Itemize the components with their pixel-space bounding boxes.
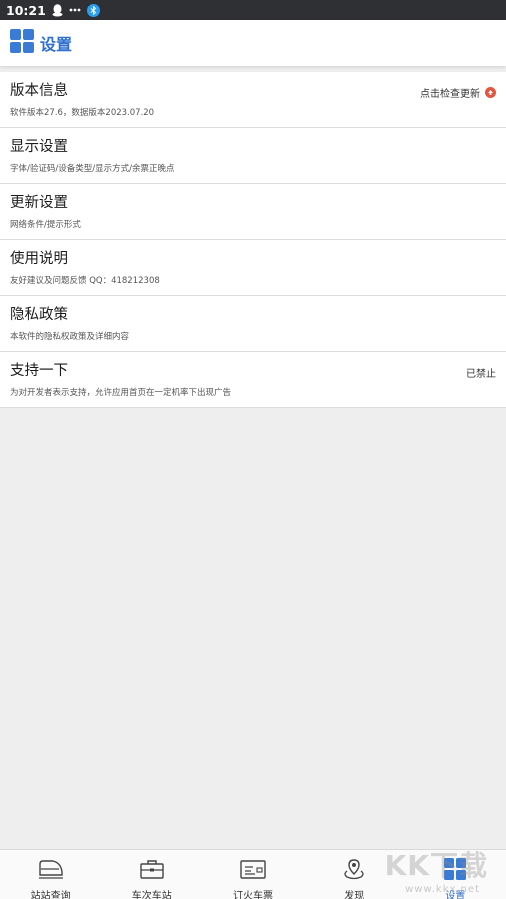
settings-item-subtitle: 字体/验证码/设备类型/显示方式/余票正晚点 [10,164,175,174]
settings-list: 版本信息 软件版本27.6，数据版本2023.07.20 点击检查更新 显示设置… [0,72,506,408]
status-bar: 10:21 [0,0,506,20]
grid-icon [10,29,34,57]
tab-label: 订火车票 [233,891,273,899]
update-arrow-icon [485,87,496,98]
settings-item-support[interactable]: 支持一下 为对开发者表示支持，允许应用首页在一定机率下出现广告 已禁止 [0,352,506,408]
check-update-button[interactable]: 点击检查更新 [420,85,496,100]
watermark-url: www.kkx.net [405,884,480,895]
bluetooth-icon [86,3,100,17]
ticket-icon [239,858,267,884]
station-icon [138,858,166,884]
grid-icon [443,858,467,884]
settings-item-update[interactable]: 更新设置 网络条件/提示形式 [0,184,506,240]
tab-label: 发现 [344,891,365,899]
settings-item-subtitle: 软件版本27.6，数据版本2023.07.20 [10,108,155,118]
tab-book-ticket[interactable]: 订火车票 [202,850,303,899]
settings-item-version[interactable]: 版本信息 软件版本27.6，数据版本2023.07.20 点击检查更新 [0,72,506,128]
more-dots-icon [69,8,81,12]
settings-item-subtitle: 网络条件/提示形式 [10,220,81,230]
settings-item-subtitle: 本软件的隐私权政策及详细内容 [10,332,130,342]
settings-item-title: 隐私政策 [10,307,68,323]
compass-icon [340,858,368,884]
qq-icon [52,3,63,17]
support-status: 已禁止 [466,365,496,380]
settings-item-title: 支持一下 [10,363,68,379]
status-time: 10:21 [6,2,46,18]
settings-item-title: 更新设置 [10,195,68,211]
settings-item-title: 显示设置 [10,139,68,155]
tab-discover[interactable]: 发现 [304,850,405,899]
page-title: 设置 [40,35,73,54]
train-icon [37,858,65,884]
settings-item-subtitle: 友好建议及问题反馈 QQ：418212308 [10,276,160,286]
check-update-label: 点击检查更新 [420,89,480,100]
settings-item-instructions[interactable]: 使用说明 友好建议及问题反馈 QQ：418212308 [0,240,506,296]
settings-item-subtitle: 为对开发者表示支持，允许应用首页在一定机率下出现广告 [10,388,232,398]
tab-station-query[interactable]: 站站查询 [0,850,101,899]
tab-train-station[interactable]: 车次车站 [101,850,202,899]
tab-label: 站站查询 [30,891,71,899]
settings-item-display[interactable]: 显示设置 字体/验证码/设备类型/显示方式/余票正晚点 [0,128,506,184]
support-status-label: 已禁止 [466,369,496,380]
settings-item-privacy[interactable]: 隐私政策 本软件的隐私权政策及详细内容 [0,296,506,352]
app-bar: 设置 [0,20,506,66]
settings-item-title: 使用说明 [10,251,68,267]
tab-label: 车次车站 [131,891,172,899]
